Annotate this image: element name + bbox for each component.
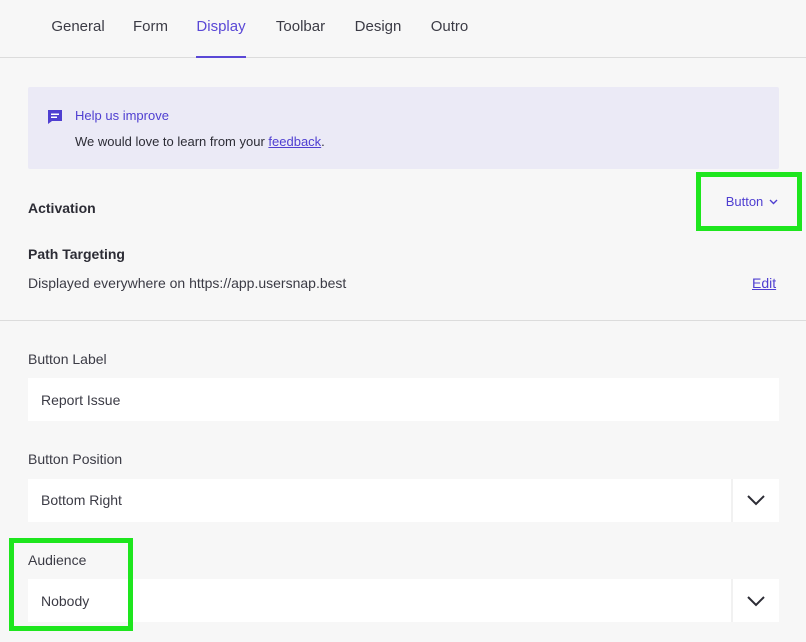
chevron-down-icon xyxy=(747,495,765,506)
activation-label: Activation xyxy=(28,200,96,216)
activation-dropdown-button[interactable]: Button xyxy=(696,172,802,231)
audience-select[interactable]: Nobody xyxy=(28,579,779,622)
select-separator xyxy=(731,479,733,522)
audience-value: Nobody xyxy=(41,593,90,609)
help-title: Help us improve xyxy=(75,108,169,123)
help-text: We would love to learn from your feedbac… xyxy=(75,134,325,149)
button-position-label: Button Position xyxy=(28,451,123,467)
tab-toolbar[interactable]: Toolbar xyxy=(275,0,326,58)
help-banner: Help us improve We would love to learn f… xyxy=(28,87,779,169)
comment-icon xyxy=(46,108,64,126)
section-divider xyxy=(0,320,806,321)
activation-value: Button xyxy=(725,194,764,209)
feedback-link[interactable]: feedback xyxy=(268,134,321,149)
tab-bar: General Form Display Toolbar Design Outr… xyxy=(0,0,806,58)
select-separator xyxy=(731,579,733,622)
tab-design[interactable]: Design xyxy=(354,0,402,58)
tab-general[interactable]: General xyxy=(51,0,105,58)
tab-display[interactable]: Display xyxy=(196,0,246,58)
button-position-value: Bottom Right xyxy=(41,492,122,508)
chevron-down-icon xyxy=(769,199,778,204)
help-text-prefix: We would love to learn from your xyxy=(75,134,269,149)
chevron-down-icon xyxy=(747,596,765,607)
button-label-input[interactable] xyxy=(28,378,779,421)
path-targeting-description: Displayed everywhere on https://app.user… xyxy=(28,275,347,291)
help-text-suffix: . xyxy=(321,134,325,149)
tab-form[interactable]: Form xyxy=(133,0,168,58)
path-targeting-label: Path Targeting xyxy=(28,246,125,262)
tab-outro[interactable]: Outro xyxy=(430,0,469,58)
button-label-label: Button Label xyxy=(28,351,107,367)
edit-path-link[interactable]: Edit xyxy=(752,275,776,291)
button-position-select[interactable]: Bottom Right xyxy=(28,479,779,522)
audience-label: Audience xyxy=(28,552,87,568)
